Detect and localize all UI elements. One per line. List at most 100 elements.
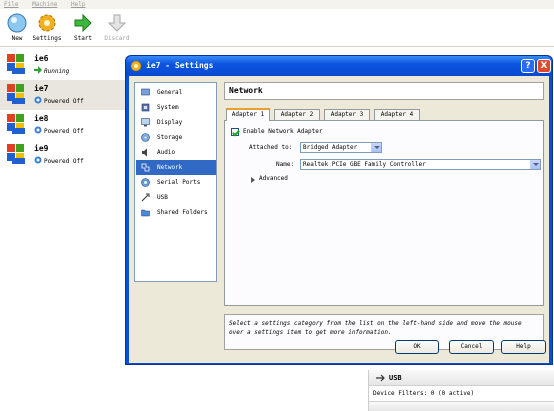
name-label: Name: [276,161,295,168]
next-section-header[interactable] [369,401,554,411]
adapter-tabs: Adapter 1 Adapter 2 Adapter 3 Adapter 4 [224,108,544,121]
advanced-toggle[interactable]: Advanced [259,175,288,182]
category-general[interactable]: General [136,85,216,100]
audio-speaker-icon [142,148,147,157]
vm-name: ie9 [34,144,49,153]
windows-xp-logo-icon [7,114,25,134]
usb-filters-text: Device Filters: 0 (0 active) [373,390,475,397]
category-label: Shared Folders [157,209,208,216]
powered-off-icon [34,96,42,104]
attached-to-select[interactable]: Bridged Adapter [300,142,382,153]
chevron-down-icon[interactable] [530,160,540,169]
ok-button[interactable]: OK [395,340,439,354]
tab-adapter-1[interactable]: Adapter 1 [226,108,270,121]
dialog-titlebar[interactable]: ie7 - Settings ? X [126,56,552,76]
category-storage[interactable]: Storage [136,130,216,145]
new-button[interactable]: New [0,12,34,46]
close-button[interactable]: X [537,59,551,73]
menubar: File Machine Help [0,0,554,9]
menu-help[interactable]: Help [71,1,85,8]
vm-state-label: Powered Off [44,128,84,135]
help-button[interactable]: Help [501,340,546,354]
dialog-client: General System Display Storage Audio Net… [129,76,549,363]
vm-item[interactable]: ie7 Powered Off [0,80,125,110]
info-text: Select a settings category from the list… [224,314,544,350]
vm-state: Powered Off [34,126,84,135]
attached-to-value: Bridged Adapter [303,144,358,151]
adapter-tab-body: Enable Network Adapter Attached to: Brid… [224,120,544,306]
powered-off-icon [34,156,42,164]
category-display[interactable]: Display [136,115,216,130]
display-monitor-icon [141,118,150,127]
new-icon [7,13,27,33]
vm-state-label: Powered Off [44,158,84,165]
running-arrow-icon [34,66,42,74]
category-serial-ports[interactable]: Serial Ports [136,175,216,190]
system-chip-icon [141,103,150,112]
expand-triangle-icon[interactable] [251,177,255,183]
network-icon [141,163,150,172]
windows-xp-logo-icon [7,144,25,164]
tab-adapter-2[interactable]: Adapter 2 [274,109,320,120]
usb-section-title: USB [389,374,402,382]
category-label: Display [157,119,183,126]
chevron-down-icon[interactable] [371,143,381,152]
vm-state-label: Running [44,68,70,75]
usb-section-header[interactable]: USB [369,370,554,386]
details-pane: USB Device Filters: 0 (0 active) [368,370,554,411]
settings-button[interactable]: Settings [30,12,64,46]
vm-list: ie6 Running ie7 Powered Off ie8 Powered … [0,48,125,411]
category-audio[interactable]: Audio [136,145,216,160]
adapter-name-select[interactable]: Realtek PCIe GBE Family Controller [300,159,541,170]
general-icon [141,88,150,96]
category-label: Serial Ports [157,179,201,186]
tab-adapter-4[interactable]: Adapter 4 [374,109,420,120]
start-arrow-icon [74,13,92,33]
tab-adapter-3[interactable]: Adapter 3 [324,109,370,120]
category-label: USB [157,194,168,201]
cancel-button[interactable]: Cancel [449,340,494,354]
settings-dialog: ie7 - Settings ? X General System Displa… [125,55,553,365]
vm-item[interactable]: ie8 Powered Off [0,110,125,140]
powered-off-icon [34,126,42,134]
adapter-name-value: Realtek PCIe GBE Family Controller [303,161,426,168]
new-label: New [11,35,23,42]
storage-disk-icon [141,133,150,142]
category-list: General System Display Storage Audio Net… [134,82,217,282]
category-usb[interactable]: USB [136,190,216,205]
start-button[interactable]: Start [66,12,100,46]
help-title-button[interactable]: ? [521,59,535,73]
windows-xp-logo-icon [7,84,25,104]
discard-button[interactable]: Discard [100,12,134,46]
enable-adapter-label: Enable Network Adapter [243,128,323,135]
vm-item[interactable]: ie9 Powered Off [0,140,125,170]
menu-machine[interactable]: Machine [32,1,57,8]
vm-name: ie8 [34,114,49,123]
category-label: Network [157,164,183,171]
toolbar: New Settings Start Discard [0,9,554,47]
windows-xp-logo-icon [7,54,25,74]
start-label: Start [73,35,93,42]
vm-name: ie7 [34,84,49,93]
usb-icon [141,193,150,202]
discard-arrow-icon [107,14,127,32]
category-network[interactable]: Network [136,160,216,175]
vm-name: ie6 [34,54,49,63]
vm-state: Running [34,66,69,75]
category-label: General [157,89,183,96]
vm-state: Powered Off [34,156,84,165]
attached-to-label: Attached to: [249,144,293,151]
network-settings-panel: Network Adapter 1 Adapter 2 Adapter 3 Ad… [224,82,544,362]
vm-item[interactable]: ie6 Running [0,50,125,80]
category-shared-folders[interactable]: Shared Folders [136,205,216,220]
enable-adapter-checkbox[interactable] [231,128,239,136]
vm-state-label: Powered Off [44,98,84,105]
serial-port-icon [141,178,150,187]
settings-gear-icon [38,14,56,32]
category-label: System [157,104,179,111]
category-label: Storage [157,134,183,141]
category-system[interactable]: System [136,100,216,115]
discard-label: Discard [104,35,130,42]
menu-file[interactable]: File [4,1,18,8]
vm-state: Powered Off [34,96,84,105]
